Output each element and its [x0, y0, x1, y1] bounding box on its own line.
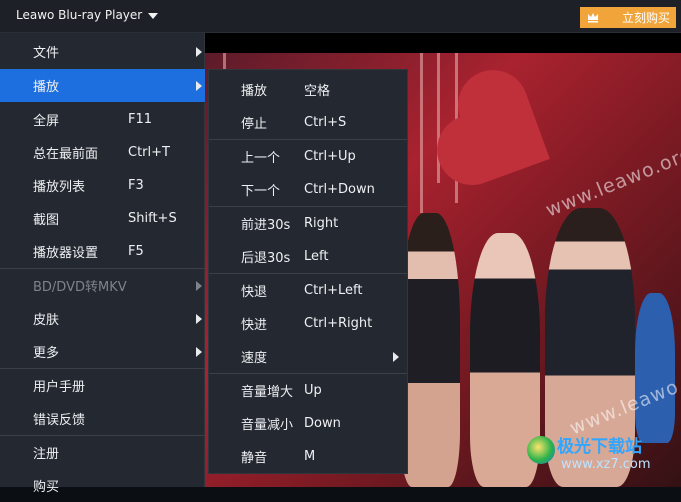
- menu-item-bd-dvd-to-mkv: BD/DVD转MKV: [0, 269, 205, 302]
- menu-item-shortcut: Ctrl+T: [128, 145, 170, 160]
- menu-item-fullscreen[interactable]: 全屏 F11: [0, 103, 205, 136]
- site-logo-icon: [527, 436, 555, 464]
- submenu-item-label: 前进30s: [241, 218, 291, 233]
- video-watermark: www.leawo.org: [542, 142, 681, 222]
- chevron-right-icon: [393, 351, 399, 362]
- submenu-item-label: 停止: [241, 117, 268, 132]
- chevron-right-icon: [196, 46, 202, 57]
- submenu-item-back-30s[interactable]: 后退30s Left: [209, 240, 407, 273]
- submenu-item-label: 静音: [241, 451, 268, 466]
- menu-item-label: BD/DVD转MKV: [33, 280, 127, 295]
- submenu-item-shortcut: Down: [304, 416, 341, 431]
- video-top-bar: [205, 33, 681, 53]
- menu-item-label: 总在最前面: [33, 147, 99, 162]
- submenu-item-volume-down[interactable]: 音量减小 Down: [209, 407, 407, 440]
- submenu-item-mute[interactable]: 静音 M: [209, 440, 407, 473]
- performer-sleeve: [635, 293, 675, 443]
- menu-item-label: 播放器设置: [33, 246, 99, 261]
- submenu-item-shortcut: Ctrl+S: [304, 115, 347, 130]
- submenu-item-label: 音量减小: [241, 418, 294, 433]
- menu-item-playlist[interactable]: 播放列表 F3: [0, 169, 205, 202]
- menu-item-shortcut: F5: [128, 244, 144, 259]
- menu-item-always-on-top[interactable]: 总在最前面 Ctrl+T: [0, 136, 205, 169]
- menu-item-label: 注册: [33, 447, 60, 462]
- submenu-item-shortcut: Ctrl+Up: [304, 149, 356, 164]
- menu-item-more[interactable]: 更多: [0, 335, 205, 368]
- menu-item-label: 错误反馈: [33, 413, 86, 428]
- submenu-item-play[interactable]: 播放 空格: [209, 73, 407, 106]
- performer-figure: [400, 213, 460, 487]
- menu-item-file[interactable]: 文件: [0, 35, 205, 68]
- menu-item-shortcut: Shift+S: [128, 211, 177, 226]
- submenu-item-shortcut: 空格: [304, 84, 331, 99]
- submenu-item-shortcut: Left: [304, 249, 329, 264]
- submenu-item-label: 上一个: [241, 151, 281, 166]
- submenu-item-label: 快进: [241, 318, 268, 333]
- site-brand-name: 极光下载站: [557, 437, 642, 457]
- chevron-down-icon: [148, 12, 159, 19]
- submenu-item-fast-forward[interactable]: 快进 Ctrl+Right: [209, 307, 407, 340]
- menu-item-user-manual[interactable]: 用户手册: [0, 369, 205, 402]
- menu-item-label: 更多: [33, 346, 60, 361]
- crown-icon: [588, 13, 598, 23]
- menu-item-register[interactable]: 注册: [0, 436, 205, 469]
- submenu-item-label: 速度: [241, 351, 268, 366]
- chevron-right-icon: [196, 80, 202, 91]
- menu-item-label: 播放: [33, 80, 60, 95]
- app-title: Leawo Blu-ray Player: [16, 8, 143, 22]
- main-menu: 文件 播放 全屏 F11 总在最前面 Ctrl+T 播放列表 F3 截图 Shi…: [0, 33, 205, 495]
- menu-item-screenshot[interactable]: 截图 Shift+S: [0, 202, 205, 235]
- menu-item-play[interactable]: 播放: [0, 69, 205, 102]
- app-menu-button[interactable]: Leawo Blu-ray Player: [16, 8, 159, 22]
- submenu-item-stop[interactable]: 停止 Ctrl+S: [209, 106, 407, 139]
- menu-item-player-settings[interactable]: 播放器设置 F5: [0, 235, 205, 268]
- buy-now-label: 立刻购买: [621, 11, 670, 25]
- buy-now-button[interactable]: 立刻购买: [580, 7, 676, 28]
- submenu-item-label: 音量增大: [241, 385, 294, 400]
- chevron-right-icon: [196, 313, 202, 324]
- heart-decoration: [460, 93, 550, 183]
- title-bar: Leawo Blu-ray Player 立刻购买: [0, 0, 681, 33]
- submenu-item-shortcut: M: [304, 449, 316, 464]
- submenu-item-label: 快退: [241, 285, 268, 300]
- submenu-item-shortcut: Up: [304, 383, 322, 398]
- site-brand-watermark: 极光下载站 www.xz7.com: [527, 432, 651, 472]
- site-brand-url: www.xz7.com: [561, 457, 651, 472]
- menu-item-shortcut: F3: [128, 178, 144, 193]
- menu-item-label: 用户手册: [33, 380, 86, 395]
- submenu-item-label: 播放: [241, 84, 268, 99]
- submenu-item-next[interactable]: 下一个 Ctrl+Down: [209, 173, 407, 206]
- submenu-item-shortcut: Ctrl+Right: [304, 316, 373, 331]
- menu-item-skin[interactable]: 皮肤: [0, 302, 205, 335]
- menu-item-shortcut: F11: [128, 112, 153, 127]
- submenu-item-speed[interactable]: 速度: [209, 340, 407, 373]
- submenu-item-rewind[interactable]: 快退 Ctrl+Left: [209, 274, 407, 307]
- menu-item-buy[interactable]: 购买: [0, 469, 205, 502]
- menu-item-label: 皮肤: [33, 313, 60, 328]
- chevron-right-icon: [196, 346, 202, 357]
- submenu-item-label: 下一个: [241, 184, 281, 199]
- menu-item-label: 购买: [33, 480, 60, 495]
- submenu-item-previous[interactable]: 上一个 Ctrl+Up: [209, 140, 407, 173]
- chevron-right-icon: [196, 280, 202, 291]
- menu-item-label: 全屏: [33, 114, 60, 129]
- submenu-item-forward-30s[interactable]: 前进30s Right: [209, 207, 407, 240]
- submenu-item-shortcut: Ctrl+Down: [304, 182, 375, 197]
- play-submenu: 播放 空格 停止 Ctrl+S 上一个 Ctrl+Up 下一个 Ctrl+Dow…: [208, 69, 408, 474]
- menu-item-error-feedback[interactable]: 错误反馈: [0, 402, 205, 435]
- submenu-item-volume-up[interactable]: 音量增大 Up: [209, 374, 407, 407]
- stage-pole: [420, 53, 423, 213]
- menu-item-label: 文件: [33, 46, 60, 61]
- submenu-item-shortcut: Ctrl+Left: [304, 283, 363, 298]
- menu-item-label: 截图: [33, 213, 60, 228]
- menu-item-label: 播放列表: [33, 180, 86, 195]
- submenu-item-label: 后退30s: [241, 251, 291, 266]
- submenu-item-shortcut: Right: [304, 216, 339, 231]
